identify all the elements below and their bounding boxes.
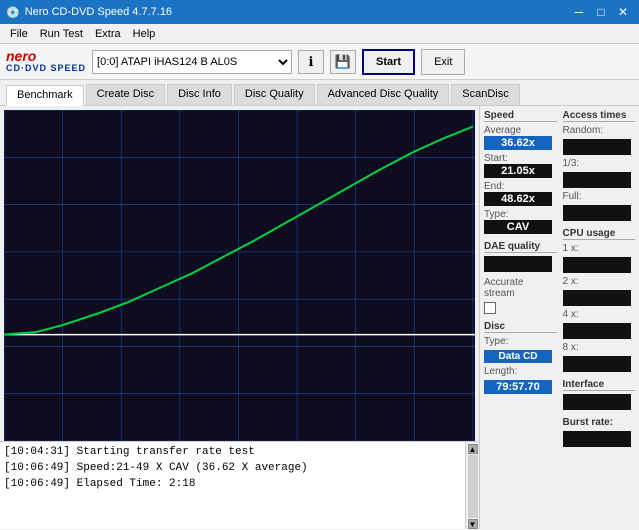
- tab-advanced-disc-quality[interactable]: Advanced Disc Quality: [317, 84, 450, 105]
- speed-start-section: Start: 21.05x: [484, 153, 557, 178]
- right-left-col: Speed Average 36.62x Start: 21.05x End: …: [484, 110, 557, 447]
- menu-file[interactable]: File: [4, 27, 34, 41]
- menu-extra[interactable]: Extra: [89, 27, 127, 41]
- onethird-label: 1/3:: [563, 158, 636, 169]
- random-label: Random:: [563, 125, 636, 136]
- logo-bottom: CD·DVD SPEED: [6, 64, 86, 74]
- chart-container: 56 X 48 X 40 X 32 X 24 X 16 X 8 X 24 20 …: [4, 110, 475, 441]
- speed-average-label: Average: [484, 125, 557, 136]
- 2x-value: [563, 290, 631, 306]
- burst-rate-value: [563, 431, 631, 447]
- title-bar-left: 💿 Nero CD-DVD Speed 4.7.7.16: [6, 6, 172, 19]
- title-bar-controls: ─ □ ✕: [569, 3, 633, 21]
- speed-end-value: 48.62x: [484, 192, 552, 206]
- 4x-value: [563, 323, 631, 339]
- 2x-label: 2 x:: [563, 276, 636, 287]
- save-icon-button[interactable]: 💾: [330, 50, 356, 74]
- tab-benchmark[interactable]: Benchmark: [6, 85, 84, 106]
- log-scrollbar[interactable]: ▲ ▼: [465, 442, 479, 529]
- maximize-button[interactable]: □: [591, 3, 611, 21]
- chart-and-log: 56 X 48 X 40 X 32 X 24 X 16 X 8 X 24 20 …: [0, 106, 479, 529]
- 8x-value: [563, 356, 631, 372]
- logo: nero CD·DVD SPEED: [6, 49, 86, 74]
- chart-svg: 56 X 48 X 40 X 32 X 24 X 16 X 8 X 24 20 …: [4, 110, 475, 441]
- speed-start-value: 21.05x: [484, 164, 552, 178]
- speed-type-label: Type:: [484, 209, 557, 220]
- tab-scan-disc[interactable]: ScanDisc: [451, 84, 519, 105]
- accurate-stream-label: Accurate stream: [484, 277, 557, 299]
- accurate-stream-checkbox[interactable]: [484, 302, 496, 314]
- right-panel: Speed Average 36.62x Start: 21.05x End: …: [479, 106, 639, 529]
- tabs: Benchmark Create Disc Disc Info Disc Qua…: [0, 80, 639, 106]
- dae-value: [484, 256, 552, 272]
- tab-create-disc[interactable]: Create Disc: [86, 84, 165, 105]
- disc-length-value: 79:57.70: [484, 380, 552, 394]
- menu-bar: File Run Test Extra Help: [0, 24, 639, 44]
- app-icon: 💿: [6, 6, 20, 19]
- disc-title: Disc: [484, 321, 557, 333]
- main-content: 56 X 48 X 40 X 32 X 24 X 16 X 8 X 24 20 …: [0, 106, 639, 529]
- disc-type-value: Data CD: [484, 350, 552, 363]
- burst-rate-title: Burst rate:: [563, 417, 636, 428]
- 8x-label: 8 x:: [563, 342, 636, 353]
- full-value: [563, 205, 631, 221]
- speed-type-section: Type: CAV: [484, 209, 557, 234]
- log-area: [10:04:31] Starting transfer rate test […: [0, 441, 479, 529]
- random-value: [563, 139, 631, 155]
- close-button[interactable]: ✕: [613, 3, 633, 21]
- menu-help[interactable]: Help: [127, 27, 162, 41]
- menu-run-test[interactable]: Run Test: [34, 27, 89, 41]
- scroll-track: [468, 455, 478, 518]
- log-content: [10:04:31] Starting transfer rate test […: [0, 442, 465, 529]
- minimize-button[interactable]: ─: [569, 3, 589, 21]
- full-label: Full:: [563, 191, 636, 202]
- 4x-label: 4 x:: [563, 309, 636, 320]
- 1x-label: 1 x:: [563, 243, 636, 254]
- speed-title: Speed: [484, 110, 557, 122]
- onethird-value: [563, 172, 631, 188]
- disc-type-label: Type:: [484, 336, 557, 347]
- start-button[interactable]: Start: [362, 49, 415, 75]
- tab-disc-quality[interactable]: Disc Quality: [234, 84, 315, 105]
- speed-average-value: 36.62x: [484, 136, 552, 150]
- accurate-stream-checkbox-row: [484, 302, 557, 314]
- drive-select[interactable]: [0:0] ATAPI iHAS124 B AL0S: [92, 50, 292, 74]
- speed-type-value: CAV: [484, 220, 552, 234]
- speed-end-label: End:: [484, 181, 557, 192]
- speed-end-section: End: 48.62x: [484, 181, 557, 206]
- info-icon-button[interactable]: ℹ: [298, 50, 324, 74]
- logo-top: nero: [6, 49, 86, 64]
- toolbar: nero CD·DVD SPEED [0:0] ATAPI iHAS124 B …: [0, 44, 639, 80]
- interface-title: Interface: [563, 379, 636, 391]
- log-line-2: [10:06:49] Speed:21-49 X CAV (36.62 X av…: [4, 460, 461, 476]
- disc-length-label: Length:: [484, 366, 557, 377]
- speed-start-label: Start:: [484, 153, 557, 164]
- log-line-1: [10:04:31] Starting transfer rate test: [4, 444, 461, 460]
- tab-disc-info[interactable]: Disc Info: [167, 84, 232, 105]
- right-top-cols: Speed Average 36.62x Start: 21.05x End: …: [484, 110, 635, 447]
- scroll-up-button[interactable]: ▲: [468, 444, 478, 454]
- log-line-3: [10:06:49] Elapsed Time: 2:18: [4, 476, 461, 492]
- right-right-col: Access times Random: 1/3: Full: CPU usag…: [563, 110, 636, 447]
- exit-button[interactable]: Exit: [421, 49, 465, 75]
- title-bar: 💿 Nero CD-DVD Speed 4.7.7.16 ─ □ ✕: [0, 0, 639, 24]
- 1x-value: [563, 257, 631, 273]
- cpu-usage-title: CPU usage: [563, 228, 636, 240]
- scroll-down-button[interactable]: ▼: [468, 519, 478, 529]
- access-times-title: Access times: [563, 110, 636, 122]
- dae-title: DAE quality: [484, 241, 557, 253]
- title-text: Nero CD-DVD Speed 4.7.7.16: [25, 6, 172, 18]
- speed-average-section: Average 36.62x: [484, 125, 557, 150]
- interface-value: [563, 394, 631, 410]
